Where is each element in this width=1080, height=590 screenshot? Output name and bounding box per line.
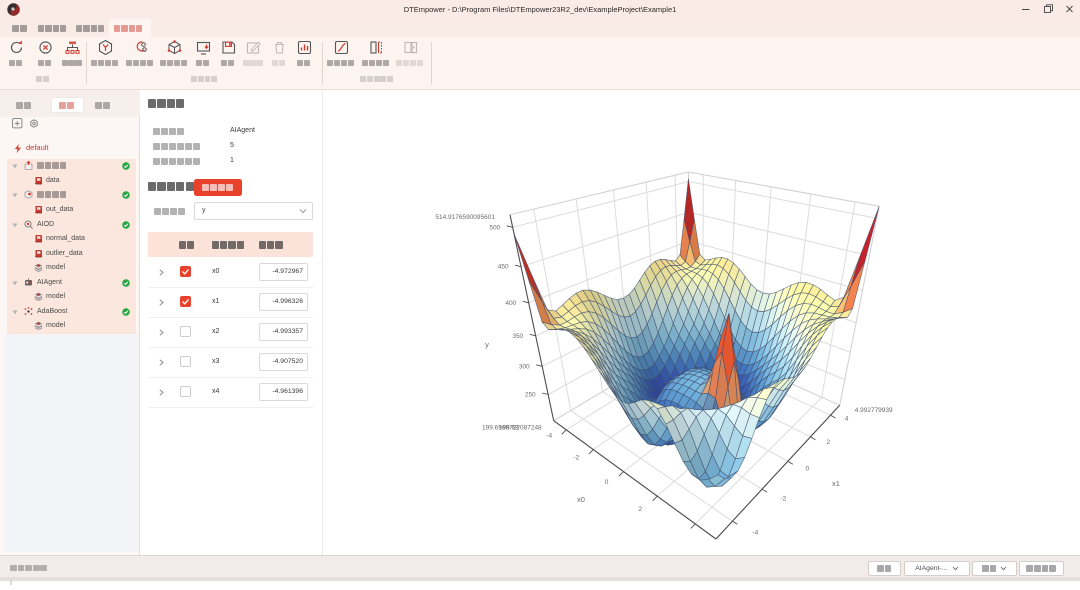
svg-text:x0: x0 [577,495,585,504]
svg-text:-2: -2 [780,496,786,503]
svg-text:4.992779939: 4.992779939 [855,407,893,414]
svg-text:500: 500 [489,224,500,231]
svg-text:2: 2 [826,439,830,446]
svg-text:-4: -4 [546,433,552,440]
svg-text:250: 250 [525,392,536,399]
svg-text:y: y [485,340,489,349]
svg-text:514.9176590095601: 514.9176590095601 [435,214,495,221]
svg-text:450: 450 [498,264,509,271]
svg-text:x1: x1 [832,479,840,488]
svg-text:350: 350 [512,333,523,340]
svg-text:400: 400 [505,300,516,307]
svg-text:2: 2 [638,506,642,513]
svg-text:-2: -2 [573,455,579,462]
svg-text:300: 300 [519,363,530,370]
svg-text:199.69: 199.69 [499,425,519,432]
svg-text:0: 0 [605,479,609,486]
svg-text:0: 0 [805,466,809,473]
svg-text:4: 4 [845,415,849,422]
svg-text:-4: -4 [752,530,758,537]
